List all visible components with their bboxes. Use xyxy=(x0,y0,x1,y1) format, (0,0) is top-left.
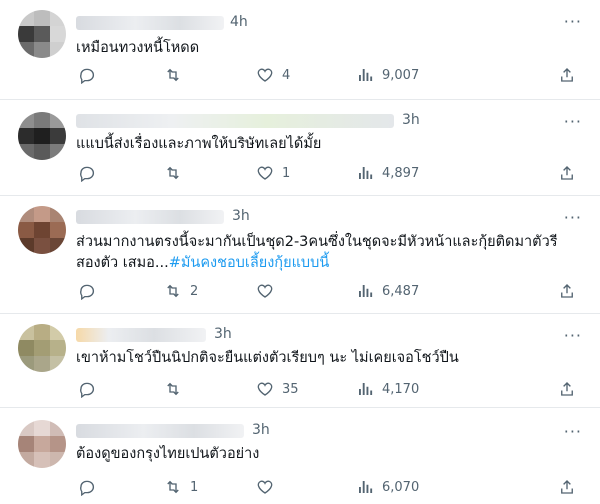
tweet-text: แแบนี้ส่งเรื่องและภาพให้บริษัทเลยได้มั้ย xyxy=(76,136,322,152)
views-icon xyxy=(359,383,373,395)
retweet-icon xyxy=(167,68,179,82)
views-icon xyxy=(359,167,373,179)
like-button[interactable] xyxy=(256,478,282,496)
author-name-redacted[interactable] xyxy=(76,210,224,224)
like-count: 1 xyxy=(282,165,291,181)
timestamp[interactable]: 3h xyxy=(252,422,270,438)
like-count: 4 xyxy=(282,67,291,83)
view-count: 9,007 xyxy=(382,67,420,83)
like-count: 35 xyxy=(282,381,299,397)
views-button[interactable]: 4,897 xyxy=(356,164,419,182)
heart-icon xyxy=(257,284,273,298)
more-icon[interactable]: ··· xyxy=(564,326,582,345)
view-count: 4,170 xyxy=(382,381,420,397)
retweet-icon xyxy=(167,284,179,298)
like-button[interactable]: 35 xyxy=(256,380,299,398)
share-icon xyxy=(561,480,573,494)
retweet-button[interactable]: 1 xyxy=(164,478,198,496)
reply-button[interactable] xyxy=(78,478,104,496)
more-icon[interactable]: ··· xyxy=(564,208,582,227)
retweet-count: 1 xyxy=(190,479,199,495)
tweet-text: ส่วนมากงานตรงนี้จะมากันเป็นชุด2-3คนซึ่งใ… xyxy=(76,234,558,271)
view-count: 4,897 xyxy=(382,165,420,181)
tweet-text: เขาห้ามโชว์ปืนนิปกติจะยืนแต่งตัวเรียบๆ น… xyxy=(76,350,459,366)
view-count: 6,487 xyxy=(382,283,420,299)
share-button[interactable] xyxy=(558,478,576,496)
like-button[interactable]: 4 xyxy=(256,66,290,84)
reply-tweet[interactable]: 3h ··· แแบนี้ส่งเรื่องและภาพให้บริษัทเลย… xyxy=(0,100,600,196)
reply-button[interactable] xyxy=(78,282,104,300)
action-bar: 1 6,070 xyxy=(76,478,586,498)
reply-tweet[interactable]: 3h ··· ต้องดูของกรุงไทยเปนตัวอย่าง 1 6,0… xyxy=(0,408,600,504)
heart-icon xyxy=(257,166,273,180)
timestamp[interactable]: 3h xyxy=(402,112,420,128)
like-button[interactable] xyxy=(256,282,282,300)
reply-icon xyxy=(80,382,95,398)
author-name-redacted[interactable] xyxy=(76,16,224,30)
views-button[interactable]: 6,487 xyxy=(356,282,419,300)
reply-icon xyxy=(80,68,95,84)
avatar[interactable] xyxy=(18,324,66,372)
avatar[interactable] xyxy=(18,420,66,468)
tweet-text: เหมือนทวงหนี้โหดด xyxy=(76,40,200,56)
share-icon xyxy=(561,68,573,82)
heart-icon xyxy=(257,382,273,396)
timestamp[interactable]: 3h xyxy=(232,208,250,224)
heart-icon xyxy=(257,68,273,82)
share-icon xyxy=(561,166,573,180)
views-icon xyxy=(359,69,373,81)
share-icon xyxy=(561,284,573,298)
more-icon[interactable]: ··· xyxy=(564,12,582,31)
reply-tweet[interactable]: 4h ··· เหมือนทวงหนี้โหดด 4 9,007 xyxy=(0,0,600,100)
views-button[interactable]: 9,007 xyxy=(356,66,419,84)
more-icon[interactable]: ··· xyxy=(564,112,582,131)
avatar[interactable] xyxy=(18,206,66,254)
author-name-redacted[interactable] xyxy=(76,424,244,438)
views-button[interactable]: 4,170 xyxy=(356,380,419,398)
reply-icon xyxy=(80,284,95,300)
timestamp[interactable]: 4h xyxy=(230,14,248,30)
reply-button[interactable] xyxy=(78,164,104,182)
share-icon xyxy=(561,382,573,396)
retweet-button[interactable]: 2 xyxy=(164,282,198,300)
share-button[interactable] xyxy=(558,282,576,300)
avatar[interactable] xyxy=(18,10,66,58)
retweet-icon xyxy=(167,382,179,396)
reply-feed: 4h ··· เหมือนทวงหนี้โหดด 4 9,007 3h ··· … xyxy=(0,0,600,504)
retweet-icon xyxy=(167,480,179,494)
view-count: 6,070 xyxy=(382,479,420,495)
reply-button[interactable] xyxy=(78,66,104,84)
views-button[interactable]: 6,070 xyxy=(356,478,419,496)
more-icon[interactable]: ··· xyxy=(564,422,582,441)
timestamp[interactable]: 3h xyxy=(214,326,232,342)
share-button[interactable] xyxy=(558,164,576,182)
reply-tweet[interactable]: 3h ··· ส่วนมากงานตรงนี้จะมากันเป็นชุด2-3… xyxy=(0,196,600,314)
hashtag-link[interactable]: #มันคงชอบเลี้ยงกุ้ยแบบนี้ xyxy=(169,255,330,271)
author-name-redacted[interactable] xyxy=(76,328,206,342)
author-name-redacted[interactable] xyxy=(76,114,394,128)
reply-icon xyxy=(80,166,95,182)
action-bar: 35 4,170 xyxy=(76,380,586,400)
tweet-text: ต้องดูของกรุงไทยเปนตัวอย่าง xyxy=(76,446,260,462)
reply-icon xyxy=(80,480,95,496)
retweet-icon xyxy=(167,166,179,180)
views-icon xyxy=(359,481,373,493)
action-bar: 1 4,897 xyxy=(76,164,586,184)
reply-button[interactable] xyxy=(78,380,104,398)
retweet-button[interactable] xyxy=(164,164,190,182)
retweet-button[interactable] xyxy=(164,380,190,398)
like-button[interactable]: 1 xyxy=(256,164,290,182)
action-bar: 4 9,007 xyxy=(76,66,586,86)
heart-icon xyxy=(257,480,273,494)
reply-tweet[interactable]: 3h ··· เขาห้ามโชว์ปืนนิปกติจะยืนแต่งตัวเ… xyxy=(0,314,600,408)
avatar[interactable] xyxy=(18,112,66,160)
share-button[interactable] xyxy=(558,380,576,398)
action-bar: 2 6,487 xyxy=(76,282,586,302)
views-icon xyxy=(359,285,373,297)
share-button[interactable] xyxy=(558,66,576,84)
retweet-button[interactable] xyxy=(164,66,190,84)
retweet-count: 2 xyxy=(190,283,199,299)
